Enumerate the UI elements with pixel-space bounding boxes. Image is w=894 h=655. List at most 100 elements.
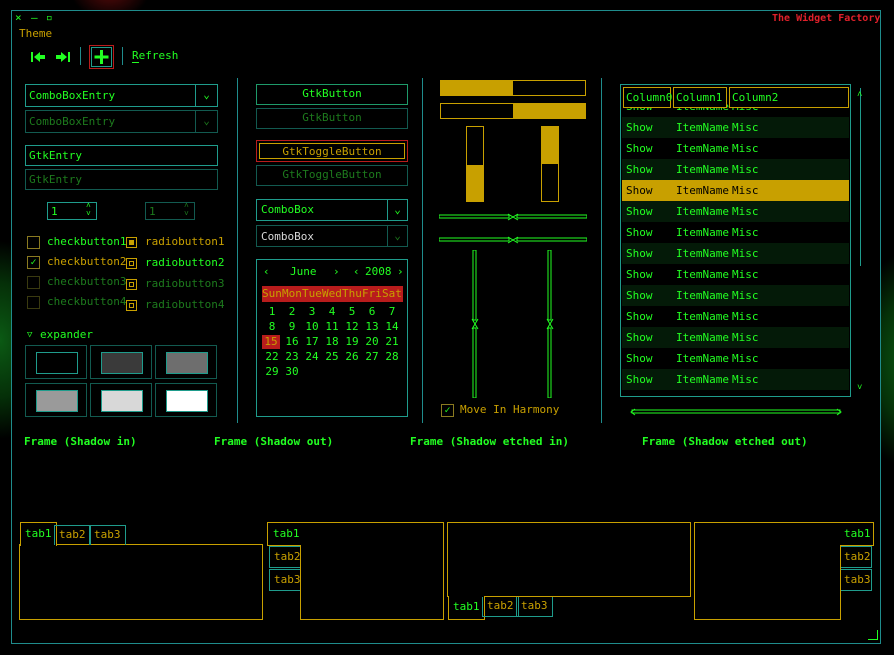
calendar-day[interactable]: 20 (362, 335, 382, 349)
calendar-day[interactable]: 3 (302, 305, 322, 319)
notebook-bottom-tab2[interactable]: tab2 (482, 597, 519, 617)
radiobutton1-label[interactable]: radiobutton1 (145, 235, 224, 249)
radiobutton1-indicator[interactable] (126, 237, 137, 248)
notebook-bottom-tab3[interactable]: tab3 (516, 597, 553, 617)
calendar-day[interactable]: 5 (342, 305, 362, 319)
notebook-left-tab1[interactable]: tab1 (267, 522, 301, 546)
checkbutton1-label[interactable]: checkbutton1 (47, 235, 126, 249)
chevron-down-icon[interactable]: ⌄ (387, 200, 407, 220)
calendar-day[interactable]: 15 (262, 335, 280, 349)
menu-theme[interactable]: Theme (19, 27, 52, 41)
notebook-top-tab2[interactable]: tab2 (54, 525, 91, 545)
calendar-day[interactable]: 24 (302, 350, 322, 364)
go-last-icon[interactable] (55, 49, 71, 65)
calendar-day[interactable]: 30 (282, 365, 302, 379)
radiobutton2-label[interactable]: radiobutton2 (145, 256, 224, 270)
calendar-next-month-icon[interactable]: › (333, 265, 340, 279)
minimize-icon[interactable]: – (31, 11, 38, 25)
text-entry-text[interactable]: GtkEntry (29, 149, 82, 163)
combobox-entry[interactable]: ComboBoxEntry ⌄ (25, 84, 218, 107)
table-row[interactable]: Show ItemNameMisc (622, 138, 849, 159)
notebook-right-tab3[interactable]: tab3 (841, 569, 872, 591)
calendar-day[interactable]: 2 (282, 305, 302, 319)
table-row[interactable]: Show ItemNameMisc (622, 327, 849, 348)
calendar-prev-month-icon[interactable]: ‹ (263, 265, 270, 279)
calendar-day[interactable]: 1 (262, 305, 282, 319)
go-first-icon[interactable] (30, 49, 46, 65)
calendar-day[interactable]: 12 (342, 320, 362, 334)
calendar-day[interactable]: 27 (362, 350, 382, 364)
spin-value[interactable]: 1 (51, 205, 58, 219)
table-row[interactable]: Show ItemNameMisc (622, 201, 849, 222)
calendar-day[interactable]: 13 (362, 320, 382, 334)
calendar-day[interactable]: 29 (262, 365, 282, 379)
table-row[interactable]: Show ItemNameMisc (622, 222, 849, 243)
calendar-next-year-icon[interactable]: › (397, 265, 404, 279)
vscale-1[interactable] (471, 249, 479, 399)
table-row[interactable]: Show ItemNameMisc (622, 243, 849, 264)
calendar-day[interactable]: 10 (302, 320, 322, 334)
calendar-day[interactable]: 17 (302, 335, 322, 349)
checkbutton1-box[interactable] (27, 236, 40, 249)
calendar-day[interactable]: 8 (262, 320, 282, 334)
checkbutton2-box[interactable]: ✓ (27, 256, 40, 269)
move-in-harmony-label[interactable]: Move In Harmony (460, 403, 559, 417)
toggle-button-label[interactable]: GtkToggleButton (259, 143, 405, 159)
table-row[interactable]: Show ItemNameMisc (622, 348, 849, 369)
calendar-day[interactable]: 6 (362, 305, 382, 319)
table-row[interactable]: Show ItemNameMisc (622, 159, 849, 180)
notebook-right-tab2[interactable]: tab2 (841, 546, 872, 568)
maximize-icon[interactable]: ▫ (46, 11, 53, 25)
calendar-day[interactable]: 4 (322, 305, 342, 319)
hscrollbar[interactable] (630, 406, 842, 416)
expander-arrow-icon[interactable]: ▽ (27, 328, 32, 342)
table-row[interactable]: Show ItemNameMisc (622, 285, 849, 306)
calendar-day[interactable]: 22 (262, 350, 282, 364)
calendar-day[interactable]: 11 (322, 320, 342, 334)
checkbutton2-label[interactable]: checkbutton2 (47, 255, 126, 269)
move-in-harmony-checkbox[interactable]: ✓ (441, 404, 454, 417)
add-button[interactable] (89, 45, 114, 69)
notebook-left-tab3[interactable]: tab3 (269, 569, 301, 591)
calendar-day[interactable]: 26 (342, 350, 362, 364)
column-header-1[interactable]: Column1 (673, 87, 727, 108)
calendar-day[interactable]: 19 (342, 335, 362, 349)
table-row[interactable]: Show ItemNameMisc (622, 369, 849, 390)
spin-button[interactable]: 1 ˄ ˅ (47, 202, 97, 220)
calendar-day[interactable]: 9 (282, 320, 302, 334)
calendar[interactable]: ‹ June › ‹ 2008 › Sun Mon Tue Wed Thu Fr… (256, 259, 408, 417)
notebook-top-tab3[interactable]: tab3 (89, 525, 126, 545)
scroll-down-icon[interactable]: ˅ (857, 381, 862, 395)
notebook-bottom-tab1[interactable]: tab1 (448, 596, 485, 620)
radiobutton2-indicator[interactable] (126, 258, 137, 269)
toggle-button[interactable]: GtkToggleButton (256, 140, 408, 162)
notebook-top-tab1[interactable]: tab1 (20, 522, 57, 546)
spin-arrows-icon[interactable]: ˄ ˅ (86, 202, 91, 218)
calendar-day[interactable]: 25 (322, 350, 342, 364)
chevron-down-icon[interactable]: ⌄ (195, 85, 217, 106)
scroll-up-icon[interactable]: ˄ (857, 88, 862, 102)
calendar-day[interactable]: 23 (282, 350, 302, 364)
notebook-left-tab2[interactable]: tab2 (269, 546, 301, 568)
vscrollbar[interactable] (860, 88, 861, 266)
calendar-day[interactable]: 16 (282, 335, 302, 349)
vscale-2[interactable] (546, 249, 554, 399)
text-entry[interactable]: GtkEntry (25, 145, 218, 166)
close-icon[interactable]: × (15, 11, 22, 25)
column-header-2[interactable]: Column2 (729, 87, 849, 108)
resize-grip-icon[interactable] (868, 630, 878, 640)
calendar-day[interactable]: 28 (382, 350, 402, 364)
gtk-button[interactable]: GtkButton (256, 84, 408, 105)
table-row[interactable]: Show ItemNameMisc (622, 306, 849, 327)
calendar-prev-year-icon[interactable]: ‹ (353, 265, 360, 279)
calendar-day[interactable]: 14 (382, 320, 402, 334)
notebook-right-tab1[interactable]: tab1 (840, 522, 874, 546)
table-row[interactable]: Show ItemNameMisc (622, 264, 849, 285)
hscale-2[interactable] (438, 234, 588, 244)
calendar-day[interactable]: 21 (382, 335, 402, 349)
calendar-day[interactable]: 7 (382, 305, 402, 319)
expander-label[interactable]: expander (40, 328, 93, 342)
refresh-button[interactable]: Refresh (132, 49, 178, 63)
combobox-entry-text[interactable]: ComboBoxEntry (29, 89, 115, 103)
table-row[interactable]: Show ItemNameMisc (622, 180, 849, 201)
